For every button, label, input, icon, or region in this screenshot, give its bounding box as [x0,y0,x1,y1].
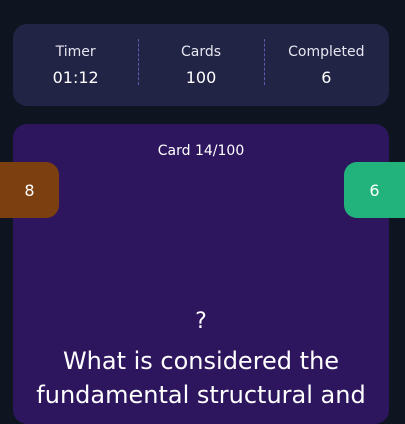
card-counter: Card 14/100 [157,143,245,159]
cards-stat: Cards 100 [138,38,263,88]
completed-stat: Completed 6 [263,38,389,88]
completed-value: 6 [321,67,332,87]
question-text: What is considered the fundamental struc… [36,347,366,409]
timer-value: 01:12 [52,67,99,87]
timer-stat: Timer 01:12 [13,43,138,88]
right-count-badge: 6 [344,162,405,218]
completed-label: Completed [288,43,365,60]
flashcard[interactable]: Card 14/100 ? What is considered the fun… [13,124,389,424]
question-mark-icon: ? [195,309,207,334]
timer-label: Timer [55,43,96,60]
cards-value: 100 [185,67,217,87]
stats-panel: Timer 01:12 Cards 100 Completed 6 [13,24,389,106]
cards-label: Cards [180,43,222,60]
left-count-badge: 8 [0,162,59,218]
